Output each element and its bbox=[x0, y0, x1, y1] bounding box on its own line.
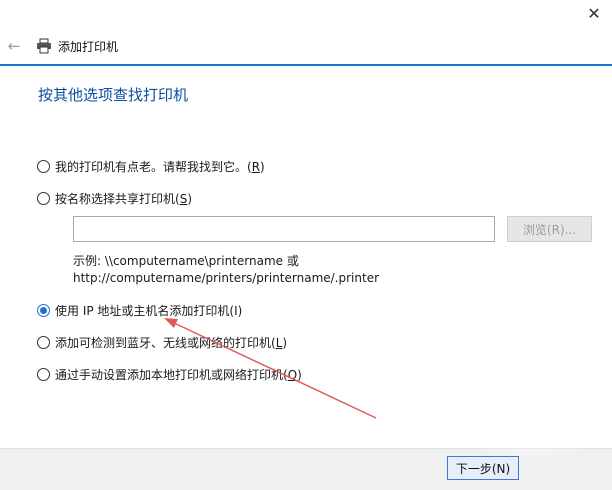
next-button[interactable]: 下一步(N) bbox=[447, 456, 519, 480]
watermark bbox=[452, 400, 612, 460]
